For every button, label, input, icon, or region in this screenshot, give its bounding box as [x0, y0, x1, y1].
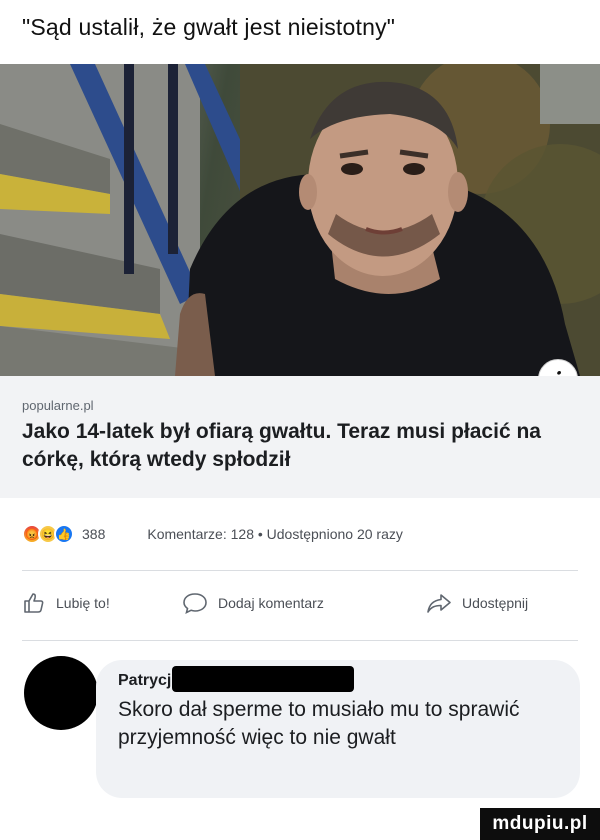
like-button[interactable]: Lubię to! [22, 591, 182, 615]
photo-illustration [0, 64, 600, 376]
comment-author[interactable]: Patrycj [118, 672, 171, 690]
post-actions: Lubię to! Dodaj komentarz Udostępnij [22, 588, 592, 618]
share-button[interactable]: Udostępnij [426, 591, 528, 615]
watermark-logo: mdupiu.pl [480, 808, 600, 840]
comment-text: Skoro dał sperme to musiało mu to sprawi… [118, 698, 520, 749]
post-stats: 😡 😆 👍 388 Komentarze: 128 • Udostępniono… [22, 522, 582, 546]
redaction-bar [172, 666, 354, 692]
like-icon: 👍 [54, 524, 74, 544]
divider [22, 640, 578, 641]
share-label: Udostępnij [462, 595, 529, 611]
article-headline[interactable]: Jako 14-latek był ofiarą gwałtu. Teraz m… [22, 418, 562, 474]
avatar[interactable] [24, 656, 98, 730]
reaction-icons[interactable]: 😡 😆 👍 [22, 524, 74, 544]
comment-label: Dodaj komentarz [218, 595, 324, 611]
article-photo[interactable] [0, 64, 600, 376]
comment-button[interactable]: Dodaj komentarz [182, 591, 426, 615]
reaction-count[interactable]: 388 [82, 526, 105, 542]
comments-shares-count[interactable]: Komentarze: 128 • Udostępniono 20 razy [147, 526, 403, 542]
thumbs-up-icon [24, 593, 44, 613]
divider [22, 570, 578, 571]
post-caption: "Sąd ustalił, że gwałt jest nieistotny" [22, 14, 396, 40]
comment-icon [183, 593, 207, 614]
article-domain: popularne.pl [22, 398, 94, 413]
share-icon [427, 594, 451, 613]
like-label: Lubię to! [56, 595, 110, 611]
